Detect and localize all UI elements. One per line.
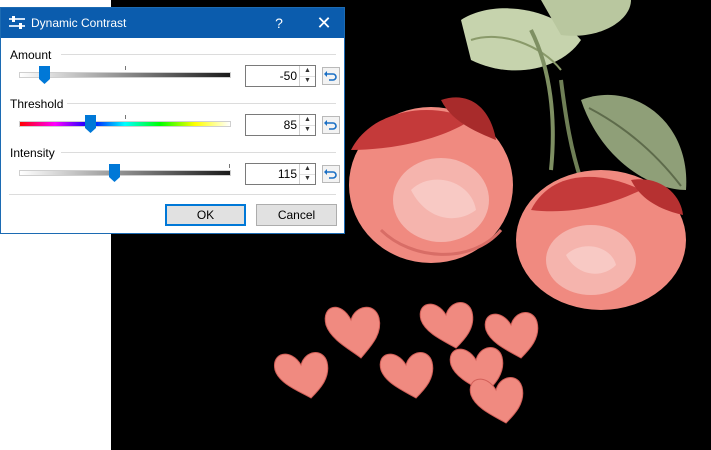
threshold-center-tick [125, 115, 126, 119]
intensity-spinbox[interactable]: 115 ▲ ▼ [245, 163, 316, 185]
intensity-label: Intensity [10, 146, 55, 160]
intensity-value[interactable]: 115 [248, 167, 297, 181]
sliders-icon [9, 16, 25, 29]
intensity-end-tick [229, 164, 230, 168]
intensity-reset-button[interactable] [322, 165, 340, 183]
threshold-value[interactable]: 85 [248, 118, 297, 132]
buttons-separator [9, 194, 336, 195]
intensity-slider-track[interactable] [19, 170, 231, 176]
amount-spinbox[interactable]: -50 ▲ ▼ [245, 65, 316, 87]
dialog-titlebar[interactable]: Dynamic Contrast ? ✕ [1, 8, 344, 38]
amount-slider-track[interactable] [19, 72, 231, 78]
amount-center-tick [125, 66, 126, 70]
ok-button[interactable]: OK [165, 204, 246, 226]
intensity-separator [61, 152, 336, 153]
threshold-separator [67, 103, 336, 104]
amount-decrement-button[interactable]: ▼ [300, 76, 315, 86]
help-button[interactable]: ? [264, 8, 294, 38]
threshold-slider-thumb[interactable] [85, 115, 96, 133]
amount-reset-button[interactable] [322, 67, 340, 85]
threshold-reset-button[interactable] [322, 116, 340, 134]
dialog-title: Dynamic Contrast [31, 16, 127, 30]
amount-separator [61, 54, 336, 55]
amount-slider-thumb[interactable] [39, 66, 50, 84]
amount-value[interactable]: -50 [248, 69, 297, 83]
close-button[interactable]: ✕ [308, 8, 340, 38]
amount-label: Amount [10, 48, 52, 62]
threshold-spinbox[interactable]: 85 ▲ ▼ [245, 114, 316, 136]
dynamic-contrast-dialog: Dynamic Contrast ? ✕ Amount -50 ▲ ▼ Thre… [0, 7, 345, 234]
intensity-decrement-button[interactable]: ▼ [300, 174, 315, 184]
intensity-slider-thumb[interactable] [109, 164, 120, 182]
cancel-button[interactable]: Cancel [256, 204, 337, 226]
threshold-slider-track[interactable] [19, 121, 231, 127]
undo-arrow-icon [324, 169, 337, 179]
undo-arrow-icon [324, 120, 337, 130]
undo-arrow-icon [324, 71, 337, 81]
threshold-label: Threshold [10, 97, 64, 111]
threshold-decrement-button[interactable]: ▼ [300, 125, 315, 135]
